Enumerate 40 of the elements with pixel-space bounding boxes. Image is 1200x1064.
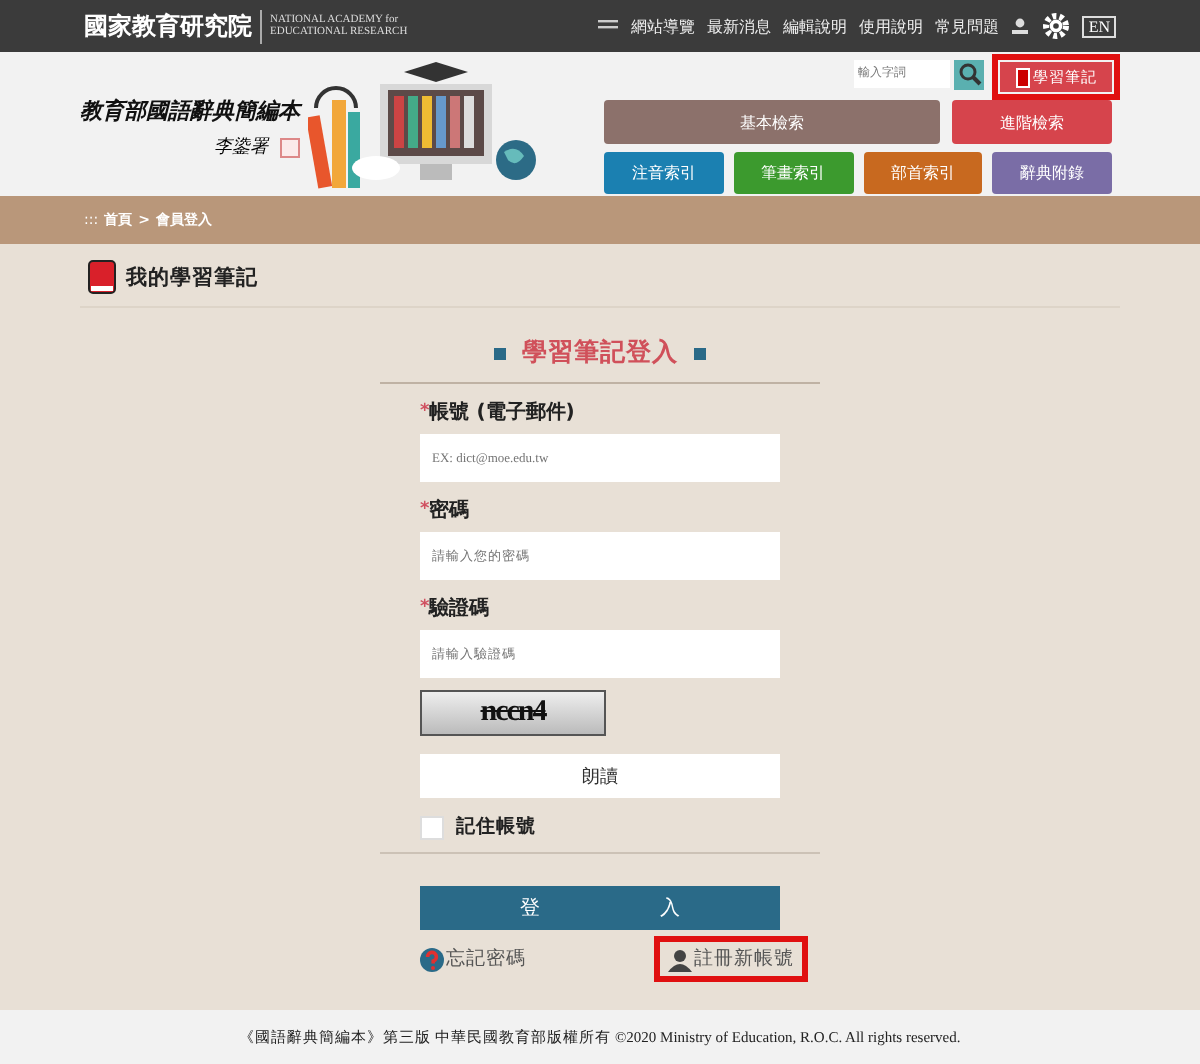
read-aloud-button[interactable]: 朗讀 (420, 754, 780, 798)
nav-link[interactable]: 編輯說明 (782, 15, 847, 37)
settings-icon[interactable] (1042, 12, 1071, 40)
search-button[interactable] (954, 59, 984, 89)
nav-link[interactable]: 使用說明 (858, 15, 923, 37)
field-label: 帳號 (電子郵件) (429, 399, 575, 426)
org-name[interactable]: 國家教育研究院 (84, 9, 262, 43)
language-button[interactable]: EN (1082, 15, 1116, 37)
book-icon (88, 260, 116, 294)
search-mode-button[interactable]: 基本檢索 (604, 100, 940, 144)
forgot-password-link[interactable]: 忘記密碼 (420, 946, 526, 972)
menu-icon[interactable] (598, 18, 619, 34)
user-icon (668, 947, 692, 971)
index-button[interactable]: 筆畫索引 (733, 152, 853, 194)
index-button[interactable]: 辭典附錄 (992, 152, 1112, 194)
nav-link[interactable]: 最新消息 (706, 15, 771, 37)
register-link[interactable]: 註冊新帳號 (668, 946, 794, 972)
required-mark: * (420, 500, 430, 520)
section-title: 我的學習筆記 (126, 263, 258, 291)
form-title: 學習筆記登入 (522, 336, 678, 370)
nav-link[interactable]: 常見問題 (934, 15, 999, 37)
search-mode-button[interactable]: 進階檢索 (952, 100, 1112, 144)
required-mark: * (420, 402, 430, 422)
signature: 李鍌署 (214, 135, 268, 160)
captcha-image: nccn4 (420, 690, 606, 736)
square-icon (694, 347, 706, 359)
help-icon (420, 947, 444, 971)
checkbox[interactable] (420, 815, 444, 839)
required-mark: * (420, 598, 430, 618)
index-button[interactable]: 部首索引 (863, 152, 983, 194)
login-button[interactable]: 登 入 (420, 886, 780, 930)
index-button[interactable]: 注音索引 (604, 152, 724, 194)
seal-icon (280, 137, 300, 157)
checkbox-label: 記住帳號 (456, 814, 536, 840)
site-title[interactable]: 教育部國語辭典簡編本 (80, 96, 300, 126)
square-icon (494, 347, 506, 359)
nav-link[interactable]: 網站導覽 (630, 15, 695, 37)
field-label: 驗證碼 (429, 595, 490, 622)
user-icon[interactable] (1010, 16, 1031, 36)
field-label: 密碼 (429, 497, 470, 524)
